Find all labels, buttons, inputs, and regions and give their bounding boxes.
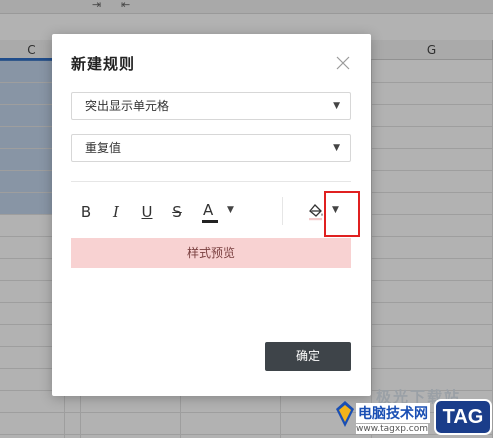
- paint-bucket-icon: [309, 204, 323, 221]
- condition-value: 重复值: [85, 141, 122, 155]
- close-icon[interactable]: [335, 55, 351, 71]
- rule-type-select[interactable]: 突出显示单元格 ▼: [71, 92, 351, 120]
- annotation-highlight-box: [324, 191, 360, 237]
- condition-select[interactable]: 重复值 ▼: [71, 134, 351, 162]
- style-preview: 样式预览: [71, 238, 351, 268]
- watermark-logo-icon: [336, 401, 354, 427]
- watermark-url: www.tagxp.com: [356, 424, 428, 434]
- divider: [71, 181, 351, 182]
- strikethrough-button[interactable]: S: [170, 202, 184, 222]
- underline-button[interactable]: U: [140, 202, 154, 222]
- caret-down-icon[interactable]: ▼: [227, 205, 234, 215]
- font-color-swatch: [202, 220, 218, 223]
- font-color-icon: A: [203, 201, 214, 219]
- ok-button[interactable]: 确定: [265, 342, 351, 371]
- dialog-title: 新建规则: [71, 55, 136, 73]
- bold-button[interactable]: B: [79, 202, 93, 222]
- font-color-button[interactable]: A ▼: [202, 200, 236, 226]
- caret-down-icon: ▼: [333, 101, 340, 111]
- italic-button[interactable]: I: [110, 202, 122, 222]
- watermark-tag-badge: TAG: [434, 399, 492, 435]
- caret-down-icon: ▼: [333, 143, 340, 153]
- rule-type-value: 突出显示单元格: [85, 99, 170, 113]
- watermark-main-text: 电脑技术网: [356, 403, 430, 423]
- toolbar-separator: [282, 197, 283, 225]
